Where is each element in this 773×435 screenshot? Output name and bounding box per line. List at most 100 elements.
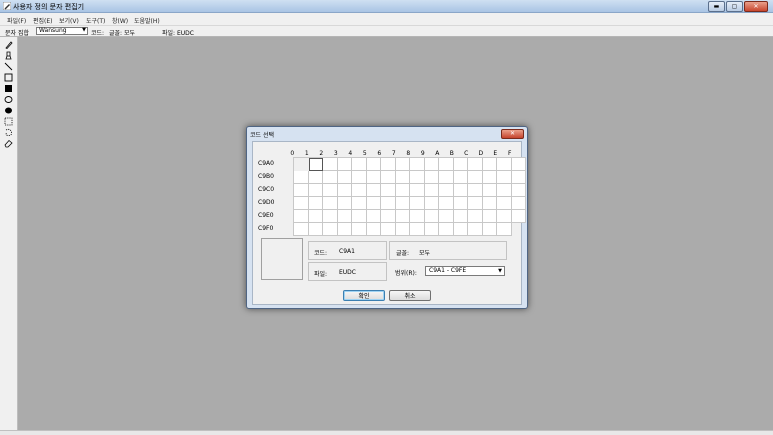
code-cell[interactable]: [439, 197, 454, 210]
code-cell[interactable]: [497, 158, 512, 171]
menu-window[interactable]: 창(W): [112, 16, 128, 25]
maximize-button[interactable]: ▢: [726, 1, 743, 12]
code-cell[interactable]: [482, 197, 497, 210]
code-cell[interactable]: [308, 223, 323, 236]
code-cell[interactable]: [308, 158, 323, 171]
code-cell[interactable]: [468, 184, 483, 197]
code-cell[interactable]: [352, 197, 367, 210]
code-cell[interactable]: [366, 197, 381, 210]
code-cell[interactable]: [482, 171, 497, 184]
code-cell[interactable]: [468, 158, 483, 171]
code-cell[interactable]: [424, 197, 439, 210]
code-cell[interactable]: [439, 210, 454, 223]
code-cell[interactable]: [323, 158, 338, 171]
pencil-icon[interactable]: [4, 40, 13, 49]
code-cell[interactable]: [497, 184, 512, 197]
code-cell[interactable]: [308, 171, 323, 184]
code-cell[interactable]: [308, 197, 323, 210]
code-cell[interactable]: [453, 184, 468, 197]
code-cell[interactable]: [395, 223, 410, 236]
menu-view[interactable]: 보기(V): [59, 16, 79, 25]
code-cell[interactable]: [323, 184, 338, 197]
code-cell[interactable]: [352, 223, 367, 236]
code-cell[interactable]: [410, 158, 425, 171]
code-cell[interactable]: [381, 158, 396, 171]
code-cell[interactable]: [337, 210, 352, 223]
code-cell[interactable]: [337, 184, 352, 197]
menu-edit[interactable]: 편집(E): [33, 16, 53, 25]
code-cell[interactable]: [308, 210, 323, 223]
code-cell[interactable]: [294, 171, 309, 184]
code-cell[interactable]: [381, 223, 396, 236]
code-cell[interactable]: [395, 210, 410, 223]
dialog-close-button[interactable]: ✕: [501, 129, 524, 139]
freeform-selection-icon[interactable]: [4, 128, 13, 137]
code-cell[interactable]: [497, 197, 512, 210]
code-cell[interactable]: [410, 184, 425, 197]
code-cell[interactable]: [323, 171, 338, 184]
code-cell[interactable]: [497, 223, 512, 236]
code-cell[interactable]: [337, 158, 352, 171]
code-cell[interactable]: [395, 158, 410, 171]
code-cell[interactable]: [424, 210, 439, 223]
code-cell[interactable]: [439, 158, 454, 171]
ok-button[interactable]: 확인: [343, 290, 385, 301]
code-cell[interactable]: [439, 184, 454, 197]
code-cell[interactable]: [468, 197, 483, 210]
code-cell[interactable]: [439, 223, 454, 236]
code-cell[interactable]: [511, 210, 526, 223]
charset-dropdown[interactable]: Wansung ▼: [36, 27, 88, 35]
code-cell[interactable]: [366, 171, 381, 184]
code-cell[interactable]: [439, 171, 454, 184]
code-cell[interactable]: [482, 158, 497, 171]
code-cell[interactable]: [395, 184, 410, 197]
filled-rectangle-icon[interactable]: [4, 84, 13, 93]
code-cell[interactable]: [424, 158, 439, 171]
code-cell[interactable]: [294, 223, 309, 236]
code-cell[interactable]: [482, 184, 497, 197]
code-cell[interactable]: [497, 171, 512, 184]
menu-tools[interactable]: 도구(T): [86, 16, 105, 25]
code-cell[interactable]: [511, 158, 526, 171]
code-cell[interactable]: [381, 184, 396, 197]
code-cell[interactable]: [453, 210, 468, 223]
code-cell[interactable]: [294, 184, 309, 197]
code-cell[interactable]: [453, 197, 468, 210]
code-cell[interactable]: [381, 197, 396, 210]
hollow-rectangle-icon[interactable]: [4, 73, 13, 82]
hollow-ellipse-icon[interactable]: [4, 95, 13, 104]
code-cell[interactable]: [366, 223, 381, 236]
code-cell[interactable]: [410, 171, 425, 184]
code-cell[interactable]: [323, 210, 338, 223]
code-cell[interactable]: [381, 171, 396, 184]
brush-icon[interactable]: [4, 51, 13, 60]
eraser-icon[interactable]: [4, 139, 13, 148]
code-cell[interactable]: [337, 223, 352, 236]
code-cell[interactable]: [294, 197, 309, 210]
code-cell[interactable]: [352, 158, 367, 171]
code-cell[interactable]: [468, 171, 483, 184]
code-cell[interactable]: [424, 184, 439, 197]
code-cell[interactable]: [395, 197, 410, 210]
code-cell[interactable]: [352, 171, 367, 184]
code-cell[interactable]: [424, 223, 439, 236]
code-cell[interactable]: [323, 197, 338, 210]
code-cell[interactable]: [468, 210, 483, 223]
code-cell[interactable]: [410, 210, 425, 223]
filled-ellipse-icon[interactable]: [4, 106, 13, 115]
code-cell[interactable]: [453, 223, 468, 236]
code-cell[interactable]: [511, 171, 526, 184]
code-cell[interactable]: [453, 171, 468, 184]
code-cell[interactable]: [323, 223, 338, 236]
line-icon[interactable]: [4, 62, 13, 71]
code-cell[interactable]: [308, 184, 323, 197]
menu-file[interactable]: 파일(F): [7, 16, 26, 25]
code-cell[interactable]: [352, 184, 367, 197]
close-button[interactable]: ✕: [744, 1, 768, 12]
code-cell[interactable]: [453, 158, 468, 171]
code-cell[interactable]: [482, 223, 497, 236]
code-cell[interactable]: [468, 223, 483, 236]
code-cell[interactable]: [511, 184, 526, 197]
code-cell[interactable]: [497, 210, 512, 223]
code-cell[interactable]: [337, 171, 352, 184]
